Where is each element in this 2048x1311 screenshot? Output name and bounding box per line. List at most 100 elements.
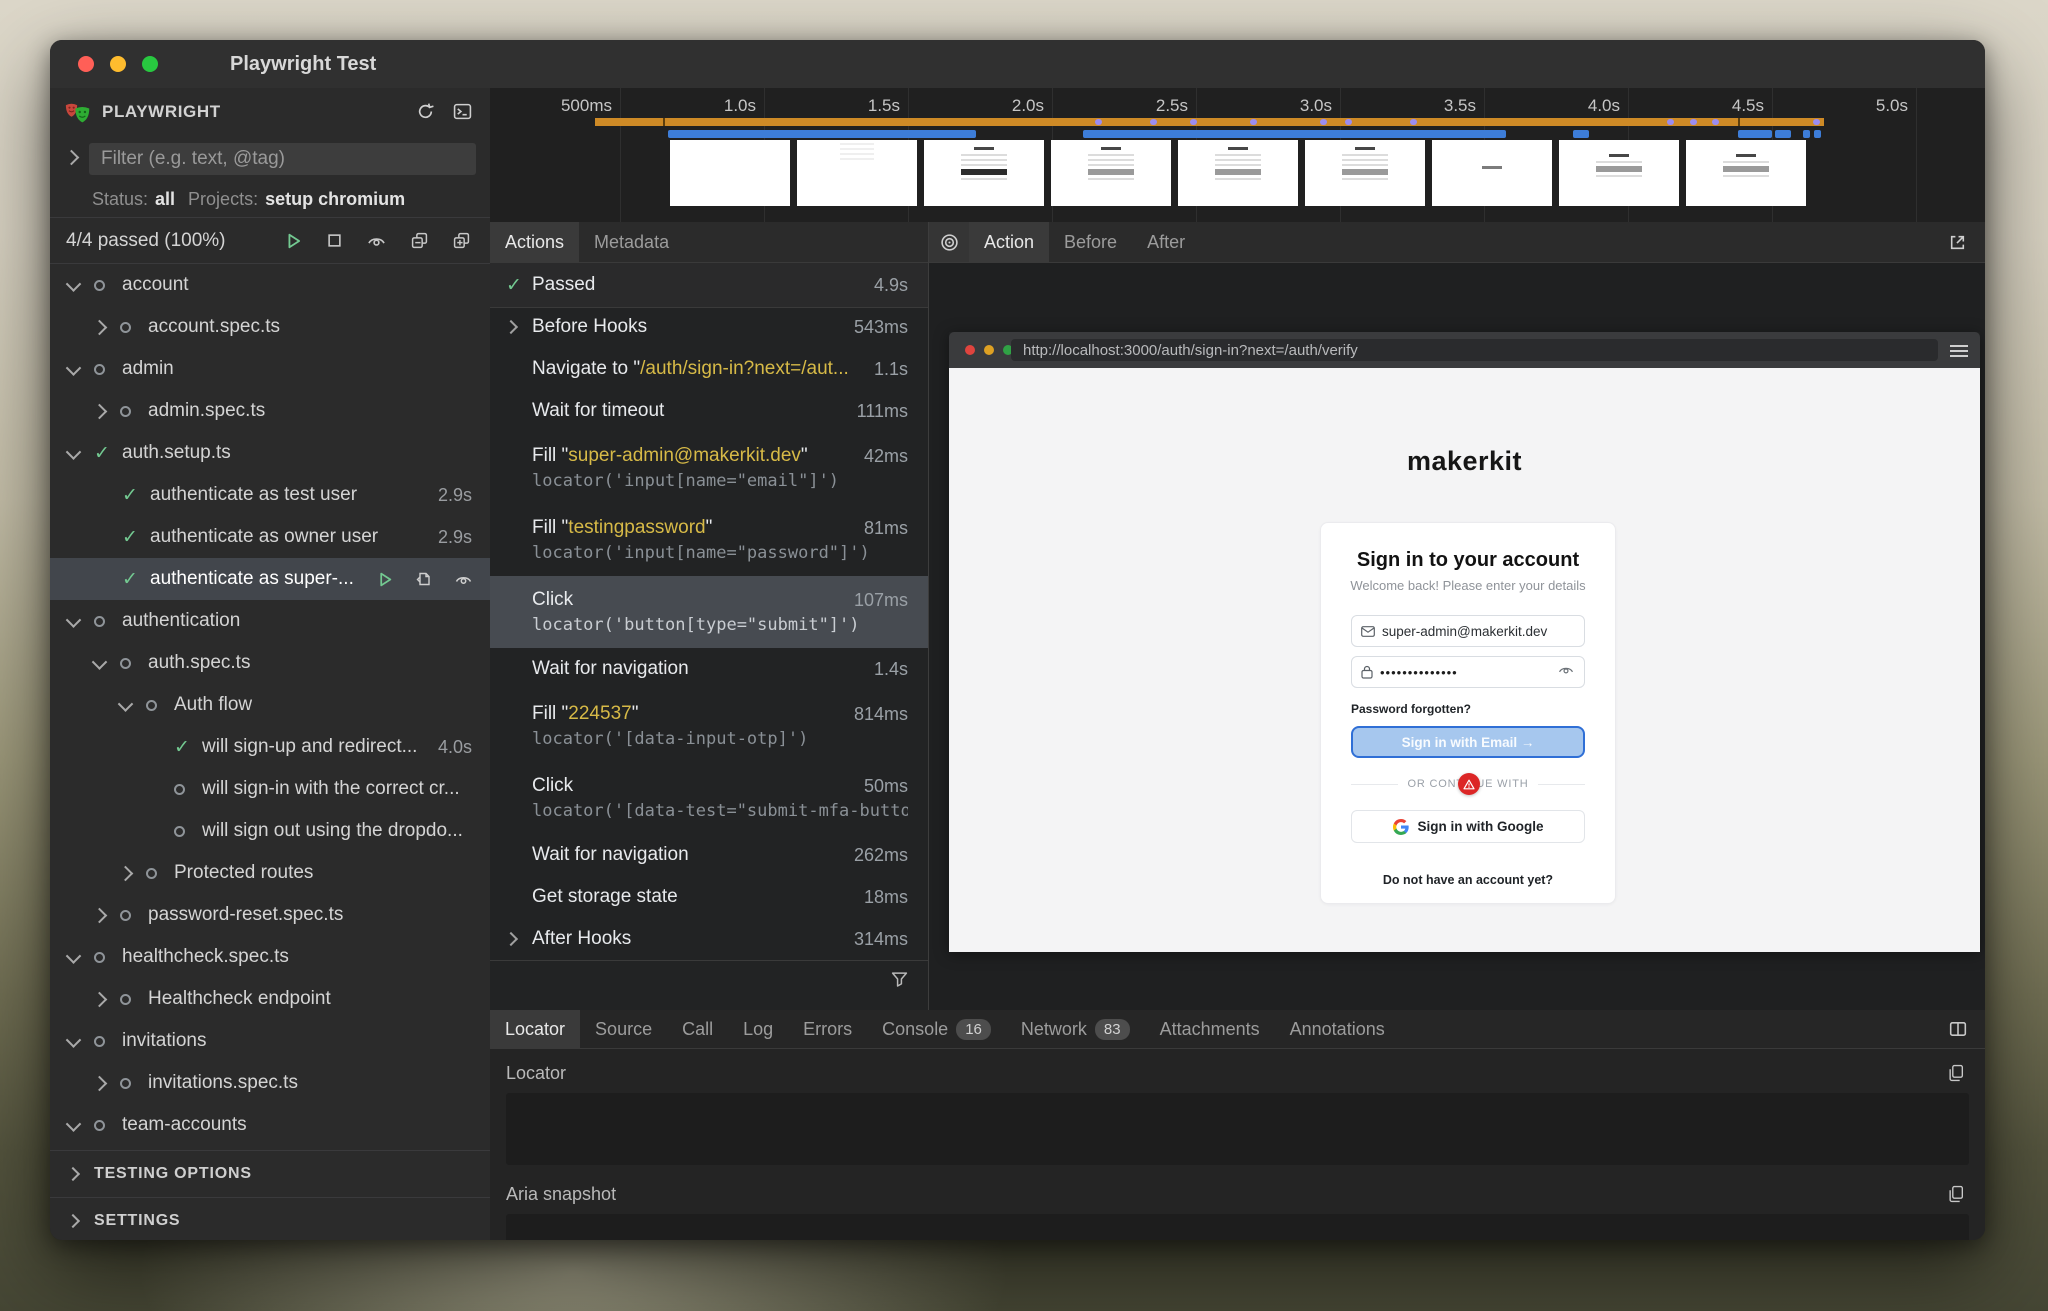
tree-row[interactable]: authentication — [50, 600, 490, 642]
tree-row[interactable]: ✓ authenticate as owner user 2.9s — [50, 516, 490, 558]
signin-google-button: Sign in with Google — [1351, 810, 1585, 843]
timeline-strip[interactable]: 500ms1.0s1.5s2.0s2.5s3.0s3.5s4.0s4.5s5.0… — [490, 88, 1985, 223]
action-row[interactable]: Before Hooks 543ms — [490, 306, 928, 348]
action-row[interactable]: Fill "super-admin@makerkit.dev" 42ms loc… — [490, 432, 928, 504]
expand-all-icon[interactable] — [449, 228, 474, 253]
tab-network[interactable]: Network83 — [1006, 1010, 1145, 1048]
filter-actions-icon[interactable] — [887, 967, 912, 992]
tree-chevron[interactable] — [120, 700, 146, 711]
minimize-window-button[interactable] — [110, 56, 126, 72]
action-filter-strip — [490, 960, 928, 998]
tree-chevron[interactable] — [94, 406, 120, 417]
action-row[interactable]: Click 107ms locator('button[type="submit… — [490, 576, 928, 648]
tree-row[interactable]: Auth flow — [50, 684, 490, 726]
tree-row[interactable]: account.spec.ts — [50, 306, 490, 348]
tree-row[interactable]: admin — [50, 348, 490, 390]
tree-row[interactable]: ✓ will sign-up and redirect... 4.0s — [50, 726, 490, 768]
stop-icon[interactable] — [323, 229, 346, 252]
run-test-icon[interactable] — [374, 568, 397, 591]
action-row[interactable]: Fill "224537" 814ms locator('[data-input… — [490, 690, 928, 762]
timeline-thumbnail[interactable] — [1559, 140, 1679, 206]
locator-editor[interactable] — [506, 1093, 1969, 1165]
tree-row[interactable]: ✓ authenticate as super-... — [50, 558, 490, 600]
aria-snapshot-editor[interactable] — [506, 1214, 1969, 1240]
tree-row[interactable]: healthcheck.spec.ts — [50, 936, 490, 978]
watch-all-icon[interactable] — [363, 230, 390, 252]
run-all-icon[interactable] — [282, 229, 306, 253]
tab-actions[interactable]: Actions — [490, 222, 579, 262]
tab-action[interactable]: Action — [969, 222, 1049, 262]
action-row[interactable]: Wait for navigation 1.4s — [490, 648, 928, 690]
timeline-thumbnail[interactable] — [797, 140, 917, 206]
action-row[interactable]: Wait for timeout 111ms — [490, 390, 928, 432]
pick-locator-icon[interactable] — [929, 222, 969, 262]
timeline-thumbnail[interactable] — [1305, 140, 1425, 206]
tree-row[interactable]: Healthcheck endpoint — [50, 978, 490, 1020]
testing-options-section[interactable]: TESTING OPTIONS — [50, 1150, 490, 1197]
action-row[interactable]: Fill "testingpassword" 81ms locator('inp… — [490, 504, 928, 576]
tree-row[interactable]: team-accounts — [50, 1104, 490, 1146]
tree-row[interactable]: password-reset.spec.ts — [50, 894, 490, 936]
tree-chevron[interactable] — [120, 868, 146, 879]
timeline-thumbnail[interactable] — [670, 140, 790, 206]
tree-chevron[interactable] — [68, 364, 94, 375]
tree-row[interactable]: will sign out using the dropdo... — [50, 810, 490, 852]
copy-locator-icon[interactable] — [1944, 1060, 1969, 1086]
tree-row[interactable]: admin.spec.ts — [50, 390, 490, 432]
tree-row[interactable]: invitations — [50, 1020, 490, 1062]
action-row[interactable]: Click 50ms locator('[data-test="submit-m… — [490, 762, 928, 834]
tree-chevron[interactable] — [94, 322, 120, 333]
timeline-thumbnail[interactable] — [1432, 140, 1552, 206]
timeline-thumbnail[interactable] — [1686, 140, 1806, 206]
tab-console[interactable]: Console16 — [867, 1010, 1006, 1048]
tree-row[interactable]: ✓ auth.setup.ts — [50, 432, 490, 474]
tree-chevron[interactable] — [68, 1036, 94, 1047]
tree-row[interactable]: Protected routes — [50, 852, 490, 894]
tree-row-label: account.spec.ts — [148, 316, 280, 338]
split-view-icon[interactable] — [1945, 1016, 1971, 1042]
open-external-icon[interactable] — [1944, 229, 1971, 256]
terminal-icon[interactable] — [449, 98, 476, 125]
tab-metadata[interactable]: Metadata — [579, 222, 684, 262]
watch-test-icon[interactable] — [451, 569, 476, 590]
reload-tests-icon[interactable] — [412, 98, 439, 125]
tree-chevron[interactable] — [68, 616, 94, 627]
close-window-button[interactable] — [78, 56, 94, 72]
tab-errors[interactable]: Errors — [788, 1010, 867, 1048]
tab-attachments[interactable]: Attachments — [1145, 1010, 1275, 1048]
tree-chevron[interactable] — [68, 1120, 94, 1131]
tree-row[interactable]: account — [50, 264, 490, 306]
action-row[interactable]: Get storage state 18ms — [490, 876, 928, 918]
filter-input[interactable] — [89, 143, 476, 175]
tree-chevron[interactable] — [68, 952, 94, 963]
tree-chevron[interactable] — [94, 658, 120, 669]
maximize-window-button[interactable] — [142, 56, 158, 72]
action-row[interactable]: Wait for navigation 262ms — [490, 834, 928, 876]
tab-after[interactable]: After — [1132, 222, 1200, 262]
tree-row[interactable]: invitations.spec.ts — [50, 1062, 490, 1104]
tree-chevron[interactable] — [94, 910, 120, 921]
tree-chevron[interactable] — [94, 994, 120, 1005]
filter-expand-chevron[interactable] — [66, 150, 77, 168]
tree-row[interactable]: ✓ authenticate as test user 2.9s — [50, 474, 490, 516]
tab-log[interactable]: Log — [728, 1010, 788, 1048]
tree-row[interactable]: will sign-in with the correct cr... — [50, 768, 490, 810]
timeline-thumbnail[interactable] — [1051, 140, 1171, 206]
timeline-thumbnail[interactable] — [924, 140, 1044, 206]
action-row[interactable]: Navigate to "/auth/sign-in?next=/aut... … — [490, 348, 928, 390]
copy-aria-snapshot-icon[interactable] — [1944, 1181, 1969, 1207]
tab-source[interactable]: Source — [580, 1010, 667, 1048]
tab-locator[interactable]: Locator — [490, 1010, 580, 1048]
tree-row[interactable]: auth.spec.ts — [50, 642, 490, 684]
collapse-all-icon[interactable] — [407, 228, 432, 253]
show-source-icon[interactable] — [412, 567, 436, 591]
settings-section[interactable]: SETTINGS — [50, 1197, 490, 1240]
tree-chevron[interactable] — [68, 448, 94, 459]
tree-chevron[interactable] — [68, 280, 94, 291]
timeline-thumbnail[interactable] — [1178, 140, 1298, 206]
tree-chevron[interactable] — [94, 1078, 120, 1089]
tab-before[interactable]: Before — [1049, 222, 1132, 262]
tab-call[interactable]: Call — [667, 1010, 728, 1048]
tab-annotations[interactable]: Annotations — [1275, 1010, 1400, 1048]
action-row[interactable]: After Hooks 314ms — [490, 918, 928, 960]
